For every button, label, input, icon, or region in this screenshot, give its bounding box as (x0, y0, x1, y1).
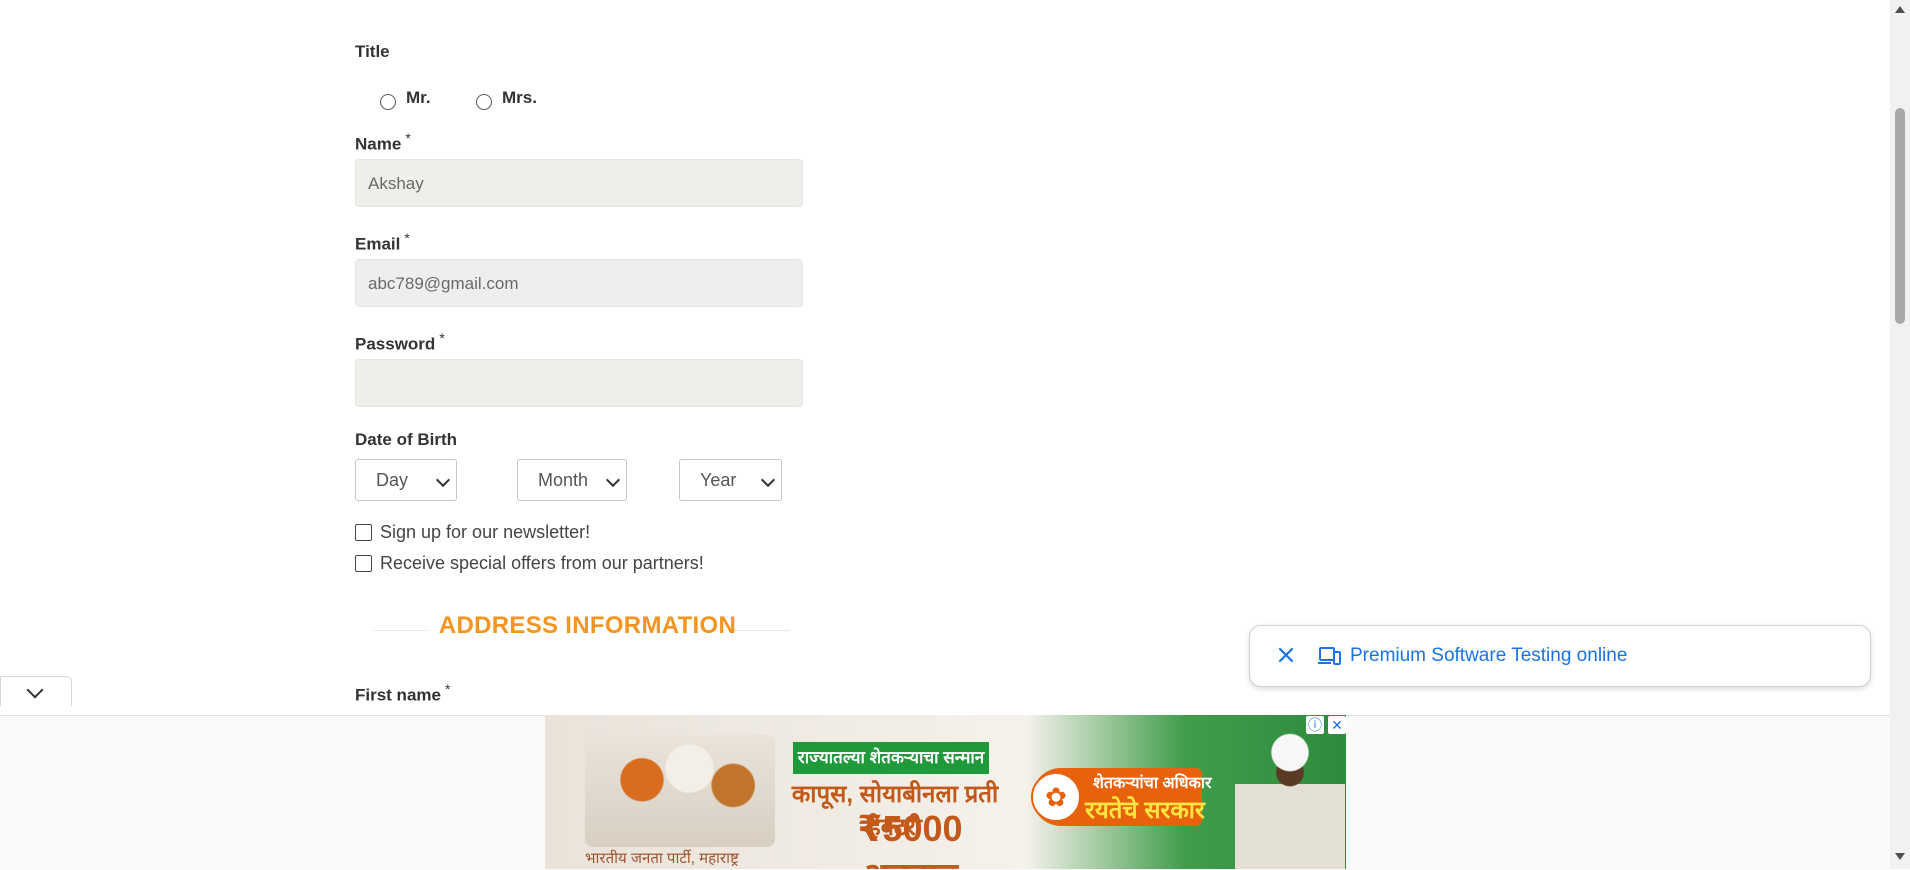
required-mark: * (404, 230, 410, 246)
dob-year-value: Year (700, 469, 737, 490)
required-mark: * (405, 130, 411, 146)
ad-badge-small-text: शेतकऱ्यांचा अधिकार (1093, 775, 1212, 792)
chevron-down-icon (605, 472, 621, 488)
dob-label: Date of Birth (355, 430, 457, 449)
dob-month-select[interactable]: Month (517, 459, 627, 501)
ad-close-icon[interactable]: ✕ (1328, 716, 1346, 734)
newsletter-checkbox[interactable] (355, 524, 372, 541)
offers-label: Receive special offers from our partners… (380, 553, 704, 573)
radio-mrs[interactable]: Mrs. (476, 86, 537, 110)
address-heading: ADDRESS INFORMATION (355, 612, 820, 640)
chevron-down-icon[interactable] (26, 681, 44, 699)
ad-badge-big-text: रयतेचे सरकार (1085, 797, 1205, 824)
dob-month-value: Month (538, 469, 589, 490)
password-label: Password * (355, 330, 445, 355)
ad-banner[interactable]: राज्यातल्या शेतकऱ्याचा सन्मान कापूस, सोय… (545, 715, 1346, 869)
ad-info-icon[interactable]: ⓘ (1306, 716, 1324, 734)
newsletter-row[interactable]: Sign up for our newsletter! (355, 522, 590, 543)
address-heading-text: ADDRESS INFORMATION (438, 612, 737, 639)
name-input[interactable]: Akshay (355, 159, 803, 207)
radio-mr-button[interactable] (380, 94, 396, 110)
dob-day-value: Day (376, 469, 409, 490)
collapse-tab[interactable] (0, 676, 72, 706)
ad-controls: ⓘ ✕ (1306, 716, 1346, 734)
offers-checkbox[interactable] (355, 555, 372, 572)
suggestion-text[interactable]: Premium Software Testing online (1350, 645, 1627, 667)
radio-mrs-button[interactable] (476, 94, 492, 110)
password-input[interactable] (355, 359, 803, 407)
email-label-text: Email (355, 234, 401, 254)
required-mark: * (444, 681, 451, 697)
ad-image-farmer (1235, 727, 1345, 869)
scrollbar[interactable] (1890, 0, 1910, 869)
newsletter-label: Sign up for our newsletter! (380, 522, 591, 542)
title-label: Title (355, 42, 390, 61)
ad-amount: ₹5000 अनुदान (857, 808, 963, 869)
password-label-text: Password (355, 334, 436, 354)
dob-year-select[interactable]: Year (679, 459, 782, 501)
required-mark: * (439, 330, 445, 346)
close-icon[interactable] (1272, 641, 1300, 669)
lotus-logo-icon: ✿ (1031, 772, 1081, 822)
dob-day-select[interactable]: Day (355, 459, 457, 501)
radio-mr[interactable]: Mr. (380, 86, 431, 110)
suggestion-popup[interactable]: Premium Software Testing online (1249, 625, 1871, 687)
ad-green-label: राज्यातल्या शेतकऱ्याचा सन्मान (793, 742, 989, 774)
offers-row[interactable]: Receive special offers from our partners… (355, 553, 704, 574)
email-input[interactable]: abc789@gmail.com (355, 259, 803, 307)
first-name-label-text: First name (355, 685, 441, 705)
chevron-down-icon (435, 472, 451, 488)
chevron-down-icon (760, 472, 776, 488)
radio-mrs-label: Mrs. (502, 88, 537, 107)
name-label-text: Name (355, 134, 402, 154)
scroll-thumb[interactable] (1895, 108, 1905, 324)
devices-icon (1318, 645, 1342, 672)
email-label: Email * (355, 230, 410, 255)
scroll-up-arrow-icon[interactable] (1895, 6, 1905, 13)
name-label: Name * (355, 130, 411, 155)
first-name-label: First name * (355, 681, 450, 706)
radio-mr-label: Mr. (406, 88, 431, 107)
ad-image-leaders (585, 735, 775, 847)
scroll-down-arrow-icon[interactable] (1895, 853, 1905, 860)
ad-footer: भारतीय जनता पार्टी, महाराष्ट्र (585, 850, 739, 867)
